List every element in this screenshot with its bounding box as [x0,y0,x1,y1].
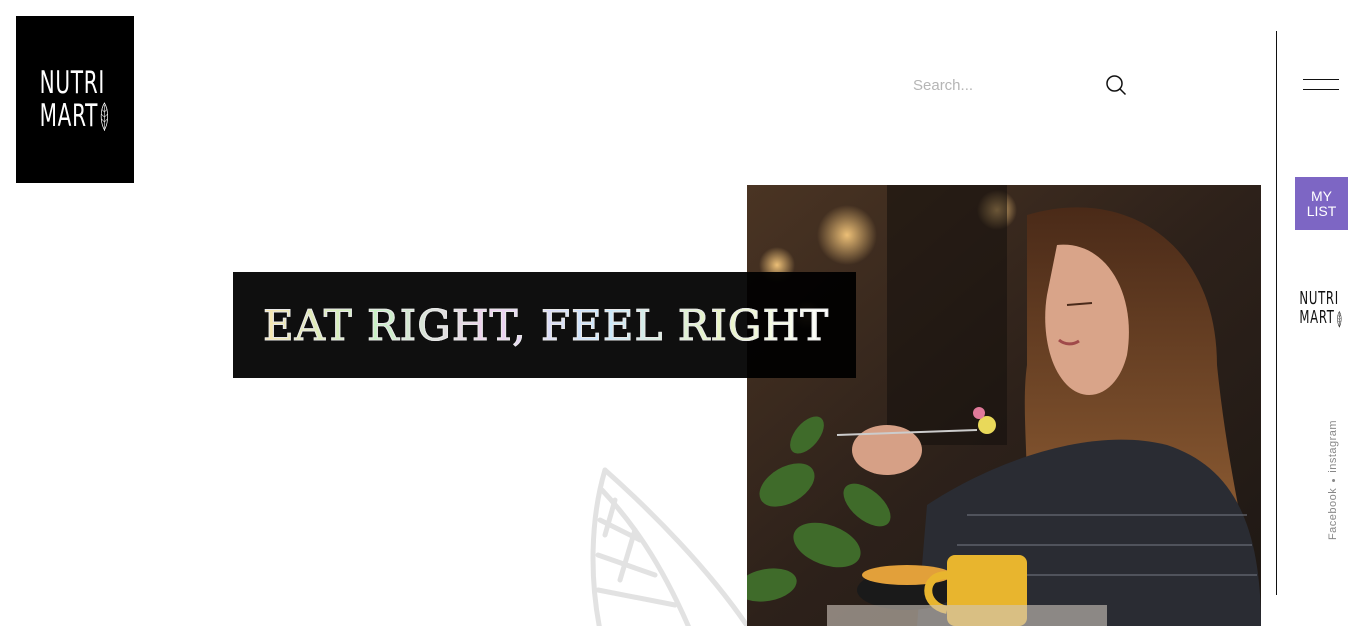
brand-wordmark: NUTRI MART [40,67,110,132]
sidebar-divider [1276,31,1277,595]
separator-dot [1331,478,1335,482]
my-list-button[interactable]: MY LIST [1295,177,1348,230]
hero-photo-illustration [747,185,1261,626]
leaf-icon [1337,310,1342,328]
facebook-link[interactable]: Facebook [1327,488,1339,540]
hamburger-menu-icon[interactable] [1303,76,1339,92]
brand-line-1: NUTRI [39,64,106,101]
search-input[interactable] [905,76,1085,94]
hero-tagline-box: EAT RIGHT, FEEL RIGHT [233,272,856,378]
hero-tagline: EAT RIGHT, FEEL RIGHT [262,300,830,350]
instagram-link[interactable]: instagram [1327,420,1339,473]
leaf-icon [101,102,109,132]
brand-logo[interactable]: NUTRI MART [16,16,134,183]
social-links: Facebook instagram [1325,415,1341,545]
leaf-decoration-icon [590,467,751,626]
sidebar-brand-line-2: MART [1299,306,1335,328]
brand-line-2: MART [39,97,99,134]
hero-photo [747,185,1261,626]
search-bar [905,70,1135,100]
sidebar-logo[interactable]: NUTRI MART [1293,289,1349,356]
search-icon[interactable] [1105,74,1127,96]
